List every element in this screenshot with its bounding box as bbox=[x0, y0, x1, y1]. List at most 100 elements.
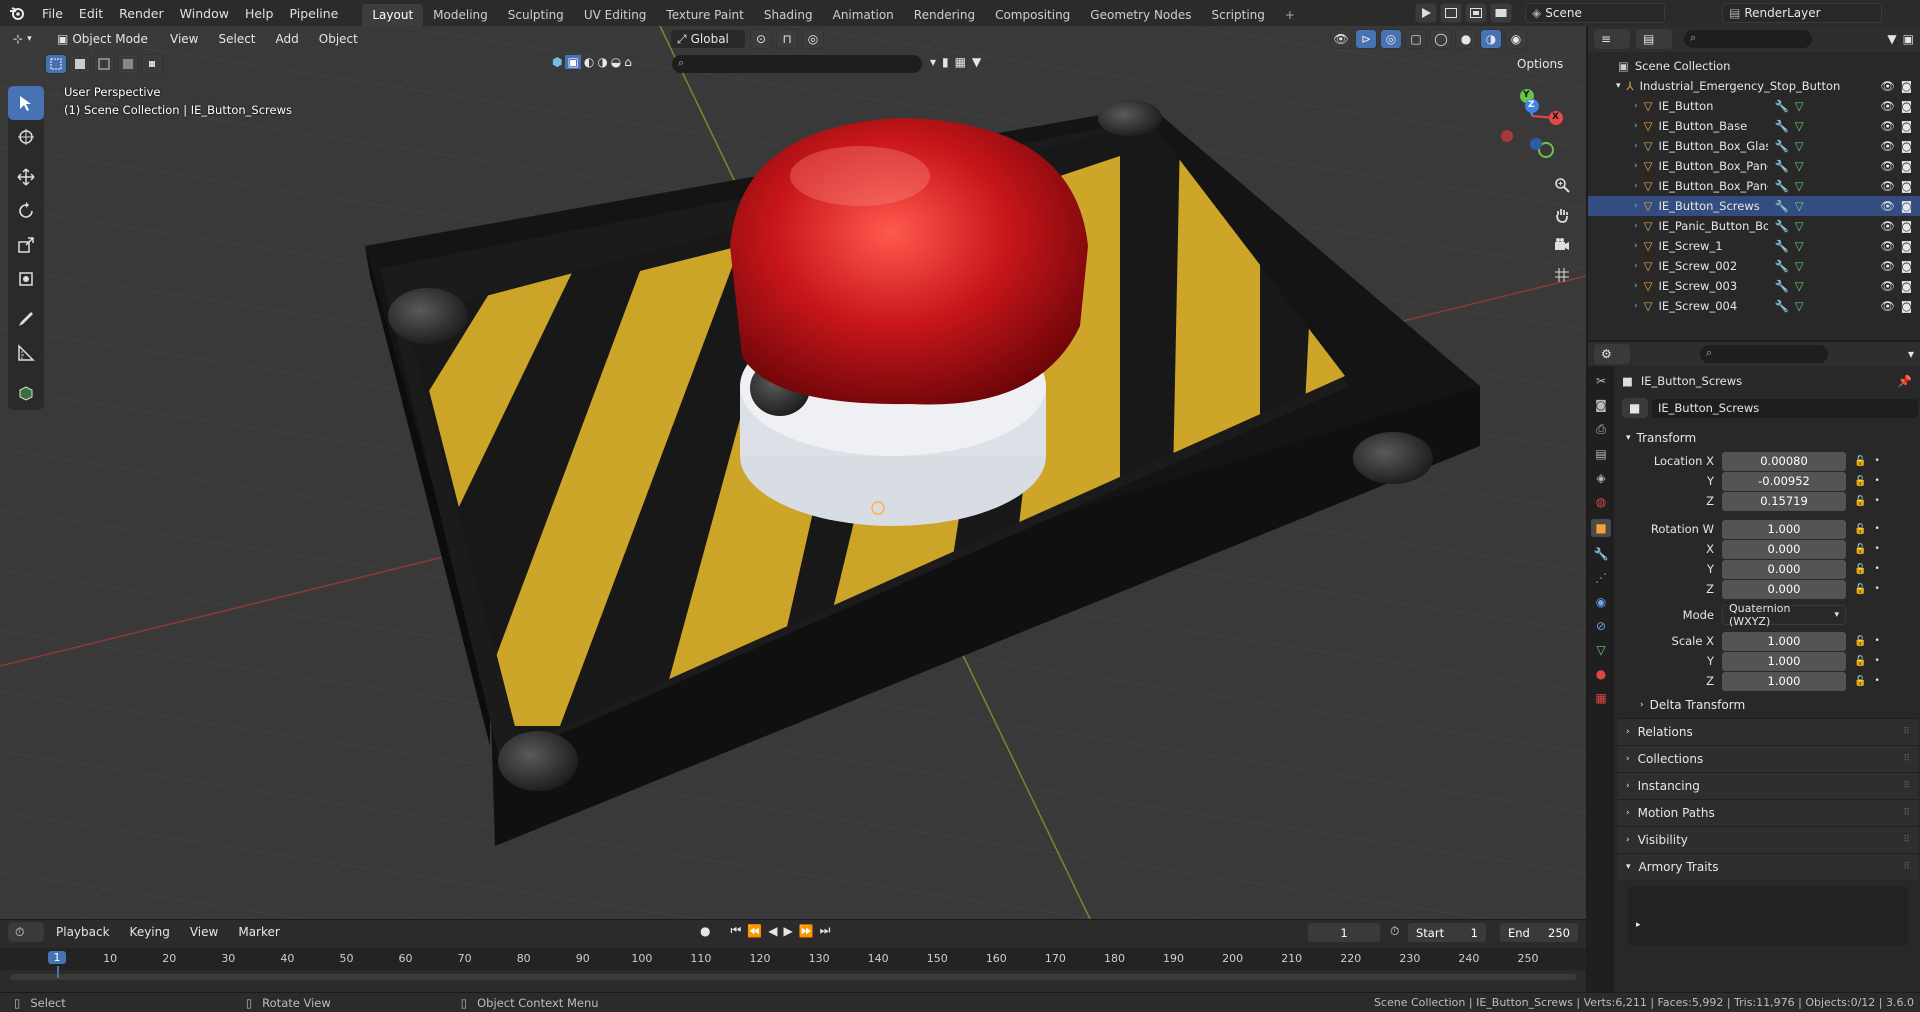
lock-icon[interactable]: 🔓 bbox=[1854, 524, 1866, 535]
new-collection-icon[interactable]: ▣ bbox=[1903, 32, 1914, 46]
render-camera-icon[interactable]: ◙ bbox=[1901, 199, 1912, 213]
panel-header-visibility[interactable]: › Visibility ⠿ bbox=[1618, 826, 1918, 853]
expand-arrow-icon[interactable]: › bbox=[1634, 261, 1638, 271]
current-frame-field[interactable]: 1 bbox=[1308, 923, 1380, 942]
pivot-icon[interactable]: ⊙ bbox=[750, 29, 772, 49]
light-filter-icon[interactable]: ◐ bbox=[584, 55, 594, 69]
stopwatch-icon[interactable]: ⏱ bbox=[1390, 924, 1399, 939]
outliner-item[interactable]: › ▽ IE_Button 🔧 ▽ 👁 ◙ bbox=[1588, 96, 1920, 116]
collection-icon[interactable]: ▦ bbox=[955, 55, 966, 69]
keyframe-dot-icon[interactable]: • bbox=[1874, 676, 1879, 686]
render-camera-icon[interactable]: ◙ bbox=[1901, 159, 1912, 173]
chevron-down-icon[interactable]: ▾ bbox=[1908, 347, 1914, 361]
visibility-eye-icon[interactable]: 👁 bbox=[1880, 99, 1895, 113]
armory-traits-list[interactable]: ▸ + ▾ bbox=[1628, 886, 1920, 946]
timeline-menu-keying[interactable]: Keying bbox=[122, 925, 178, 939]
select-intersect-icon[interactable] bbox=[141, 54, 163, 74]
proportional-icon[interactable]: ◎ bbox=[802, 29, 824, 49]
expand-arrow-icon[interactable]: › bbox=[1634, 121, 1638, 131]
outliner-item[interactable]: › ▽ IE_Button_Box_Panel_2 🔧 ▽ 👁 ◙ bbox=[1588, 176, 1920, 196]
panel-header-armory-traits[interactable]: ▾ Armory Traits ⠿ bbox=[1618, 853, 1918, 880]
start-frame-field[interactable]: Start 1 bbox=[1408, 923, 1486, 942]
layout-icon[interactable]: ▮ bbox=[942, 55, 949, 69]
expand-arrow-icon[interactable]: › bbox=[1634, 101, 1638, 111]
3d-viewport[interactable] bbox=[0, 26, 1586, 919]
scale-y-field[interactable]: 1.000 bbox=[1722, 651, 1846, 671]
cursor-tool-icon[interactable] bbox=[8, 120, 44, 154]
rotation-y-field[interactable]: 0.000 bbox=[1722, 559, 1846, 579]
render-camera-icon[interactable]: ◙ bbox=[1901, 79, 1912, 93]
bookmark-icon[interactable]: ▾ bbox=[930, 55, 936, 69]
zoom-icon[interactable] bbox=[1549, 170, 1575, 200]
play-icon[interactable]: ▸ bbox=[1636, 920, 1641, 930]
scale-x-field[interactable]: 1.000 bbox=[1722, 631, 1846, 651]
timeline-scrollbar[interactable] bbox=[10, 974, 1576, 980]
expand-arrow-icon[interactable]: › bbox=[1634, 201, 1638, 211]
material-tab-icon[interactable]: ● bbox=[1596, 667, 1606, 681]
render-camera-icon[interactable]: ◙ bbox=[1901, 99, 1912, 113]
viewport-search-input[interactable]: ⌕ bbox=[672, 55, 922, 73]
physics-tab-icon[interactable]: ◉ bbox=[1596, 595, 1606, 609]
scene-tab-icon[interactable]: ◈ bbox=[1596, 471, 1605, 485]
navigation-gizmo[interactable]: X Y Z bbox=[1490, 88, 1572, 170]
select-subtract-icon[interactable] bbox=[93, 54, 115, 74]
timeline-menu-marker[interactable]: Marker bbox=[230, 925, 287, 939]
tab-shading[interactable]: Shading bbox=[754, 4, 823, 26]
tab-texture-paint[interactable]: Texture Paint bbox=[656, 4, 753, 26]
rendered-shading-icon[interactable]: ◉ bbox=[1505, 29, 1527, 49]
render-camera-icon[interactable]: ◙ bbox=[1901, 219, 1912, 233]
transform-tool-icon[interactable] bbox=[8, 262, 44, 296]
display-mode-icon[interactable]: ▤ bbox=[1636, 29, 1672, 49]
render-tab-icon[interactable]: ◙ bbox=[1595, 398, 1607, 412]
lock-icon[interactable]: 🔓 bbox=[1854, 636, 1866, 647]
drag-handle-icon[interactable]: ⠿ bbox=[1903, 862, 1910, 872]
play-render-icon[interactable] bbox=[1415, 3, 1437, 23]
rotation-z-field[interactable]: 0.000 bbox=[1722, 579, 1846, 599]
outliner-item[interactable]: › ▽ IE_Button_Box_Glass 🔧 ▽ 👁 ◙ bbox=[1588, 136, 1920, 156]
visibility-eye-icon[interactable]: 👁 bbox=[1880, 139, 1895, 153]
scene-selector[interactable]: ◈ Scene bbox=[1525, 3, 1665, 23]
expand-arrow-icon[interactable]: › bbox=[1634, 161, 1638, 171]
render-camera-icon[interactable]: ◙ bbox=[1901, 239, 1912, 253]
expand-arrow-icon[interactable]: › bbox=[1634, 241, 1638, 251]
render-camera-icon[interactable]: ◙ bbox=[1901, 259, 1912, 273]
visibility-icon[interactable]: 👁 bbox=[1330, 29, 1352, 49]
menu-window[interactable]: Window bbox=[172, 6, 237, 21]
scale-z-field[interactable]: 1.000 bbox=[1722, 671, 1846, 691]
world-tab-icon[interactable]: ◍ bbox=[1596, 495, 1606, 509]
play-reverse-icon[interactable]: ◀ bbox=[768, 924, 777, 938]
rotate-tool-icon[interactable] bbox=[8, 194, 44, 228]
visibility-eye-icon[interactable]: 👁 bbox=[1880, 239, 1895, 253]
mesh-filter-icon[interactable]: ▣ bbox=[565, 55, 581, 69]
rotation-mode-select[interactable]: Quaternion (WXYZ) ▾ bbox=[1722, 602, 1846, 628]
jump-start-icon[interactable]: ⏮ bbox=[730, 923, 741, 938]
outliner-item[interactable]: › ▽ IE_Button_Base 🔧 ▽ 👁 ◙ bbox=[1588, 116, 1920, 136]
visibility-eye-icon[interactable]: 👁 bbox=[1880, 219, 1895, 233]
outliner-item[interactable]: › ▽ IE_Screw_003 🔧 ▽ 👁 ◙ bbox=[1588, 276, 1920, 296]
select-box-tool-icon[interactable] bbox=[8, 86, 44, 120]
render-camera-icon[interactable]: ◙ bbox=[1901, 119, 1912, 133]
other-filter-icon[interactable]: ◒ bbox=[611, 55, 621, 69]
render-anim-icon[interactable] bbox=[1465, 3, 1487, 23]
snap-icon[interactable]: ⊓ bbox=[776, 29, 798, 49]
delta-transform-header[interactable]: › Delta Transform bbox=[1618, 691, 1918, 718]
view-layer-tab-icon[interactable]: ▤ bbox=[1595, 447, 1606, 461]
pin-icon[interactable]: 📌 bbox=[1898, 374, 1912, 388]
collapse-arrow-icon[interactable]: ▾ bbox=[1616, 81, 1621, 91]
playhead[interactable] bbox=[57, 966, 59, 978]
empty-filter-icon[interactable]: ⌂ bbox=[624, 55, 632, 69]
timeline-menu-playback[interactable]: Playback bbox=[48, 925, 118, 939]
visibility-eye-icon[interactable]: 👁 bbox=[1880, 119, 1895, 133]
timeline-editor-icon[interactable]: ⏱ bbox=[8, 922, 44, 942]
expand-arrow-icon[interactable]: › bbox=[1634, 301, 1638, 311]
expand-arrow-icon[interactable]: › bbox=[1634, 141, 1638, 151]
material-shading-icon[interactable]: ◑ bbox=[1480, 29, 1502, 49]
expand-arrow-icon[interactable]: › bbox=[1634, 221, 1638, 231]
lock-icon[interactable]: 🔓 bbox=[1854, 476, 1866, 487]
panel-header-relations[interactable]: › Relations ⠿ bbox=[1618, 718, 1918, 745]
keyframe-dot-icon[interactable]: • bbox=[1874, 636, 1879, 646]
menu-help[interactable]: Help bbox=[237, 6, 282, 21]
keyframe-dot-icon[interactable]: • bbox=[1874, 544, 1879, 554]
view-layer-selector[interactable]: ▤ RenderLayer bbox=[1722, 3, 1882, 23]
timeline-menu-view[interactable]: View bbox=[182, 925, 226, 939]
